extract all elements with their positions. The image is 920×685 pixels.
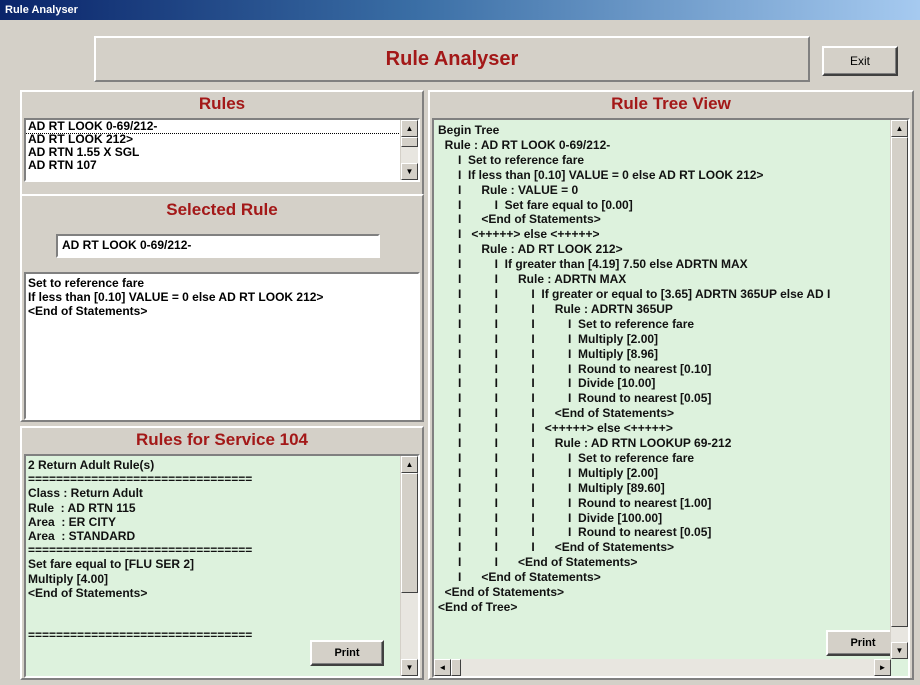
- tree-line: I I I Rule : AD RTN LOOKUP 69-212: [438, 436, 732, 451]
- service-line: [28, 614, 416, 628]
- scroll-thumb[interactable]: [451, 659, 461, 676]
- service-divider: ================================: [28, 472, 253, 487]
- scroll-up-icon[interactable]: ▲: [401, 120, 418, 137]
- service-line: 2 Return Adult Rule(s): [28, 458, 155, 472]
- tree-line: I I I I Multiply [8.96]: [438, 346, 659, 361]
- selected-rule-statements: Set to reference fare If less than [0.10…: [24, 272, 420, 420]
- tree-line: I <End of Statements>: [438, 570, 601, 585]
- tree-line: I I I I Round to nearest [1.00]: [438, 495, 712, 510]
- tree-line: <End of Statements>: [438, 585, 565, 600]
- scroll-up-icon[interactable]: ▲: [891, 120, 908, 137]
- tree-line: I I I I Round to nearest [0.05]: [438, 391, 712, 406]
- tree-line: I I I I Multiply [2.00]: [438, 331, 659, 346]
- rules-panel: Rules AD RT LOOK 0-69/212- AD RT LOOK 21…: [20, 90, 424, 208]
- service-line: Class : Return Adult: [28, 486, 143, 501]
- tree-line: I I I I Round to nearest [0.10]: [438, 361, 712, 376]
- tree-line: I I <End of Statements>: [438, 555, 638, 570]
- window-title-bar: Rule Analyser: [0, 0, 920, 20]
- tree-horizontal-scrollbar[interactable]: ◄ ►: [434, 659, 891, 676]
- tree-line: Rule : AD RT LOOK 0-69/212-: [438, 137, 611, 152]
- scroll-thumb[interactable]: [401, 473, 418, 593]
- service-rules-panel: Rules for Service 104 2 Return Adult Rul…: [20, 426, 424, 680]
- tree-line: I I I I Divide [100.00]: [438, 510, 663, 525]
- tree-line: I I I I Multiply [2.00]: [438, 465, 659, 480]
- scroll-left-icon[interactable]: ◄: [434, 659, 451, 676]
- statement-line: If less than [0.10] VALUE = 0 else AD RT…: [28, 290, 324, 304]
- rules-list-item[interactable]: AD RTN 107: [26, 159, 418, 172]
- tree-line: I I I If greater or equal to [3.65] ADRT…: [438, 286, 831, 301]
- selected-rule-field[interactable]: AD RT LOOK 0-69/212-: [56, 234, 380, 258]
- tree-line: I Set to reference fare: [438, 152, 585, 167]
- tree-line: I I I <+++++> else <+++++>: [438, 421, 673, 436]
- tree-print-button[interactable]: Print: [826, 630, 900, 656]
- scroll-thumb[interactable]: [891, 137, 908, 627]
- tree-line: I Rule : AD RT LOOK 212>: [438, 242, 623, 257]
- service-line: Set fare equal to [FLU SER 2]: [28, 557, 195, 572]
- tree-line: I I I <End of Statements>: [438, 406, 675, 421]
- tree-line: I <End of Statements>: [438, 212, 601, 227]
- window-title: Rule Analyser: [5, 4, 78, 16]
- service-line: Area : STANDARD: [28, 529, 136, 544]
- service-scrollbar[interactable]: ▲ ▼: [400, 456, 418, 676]
- tree-line: I I I I Round to nearest [0.05]: [438, 525, 712, 540]
- tree-line: Begin Tree: [438, 123, 500, 137]
- service-line: <End of Statements>: [28, 585, 148, 600]
- app-banner: Rule Analyser: [94, 36, 810, 82]
- tree-line: I I I I Set to reference fare: [438, 316, 695, 331]
- service-line: Rule : AD RTN 115: [28, 500, 136, 515]
- exit-button[interactable]: Exit: [822, 46, 898, 76]
- selected-rule-panel: Selected Rule AD RT LOOK 0-69/212- Set t…: [20, 194, 424, 422]
- tree-line: I I Rule : ADRTN MAX: [438, 272, 627, 287]
- tree-line: I I I I Set to reference fare: [438, 450, 695, 465]
- tree-line: <End of Tree>: [438, 600, 518, 614]
- rules-title: Rules: [198, 94, 246, 113]
- scroll-thumb[interactable]: [401, 137, 418, 147]
- tree-line: I I I I Divide [10.00]: [438, 376, 656, 391]
- tree-vertical-scrollbar[interactable]: ▲ ▼: [890, 120, 908, 659]
- tree-line: I I Set fare equal to [0.00]: [438, 197, 633, 212]
- statement-line: <End of Statements>: [28, 304, 148, 318]
- rules-list[interactable]: AD RT LOOK 0-69/212- AD RT LOOK 212> AD …: [24, 118, 420, 182]
- scroll-down-icon[interactable]: ▼: [401, 163, 418, 180]
- service-line: Multiply [4.00]: [28, 571, 109, 586]
- selected-rule-title: Selected Rule: [166, 200, 278, 219]
- tree-line: I If less than [0.10] VALUE = 0 else AD …: [438, 167, 764, 182]
- service-print-button[interactable]: Print: [310, 640, 384, 666]
- scroll-right-icon[interactable]: ►: [874, 659, 891, 676]
- tree-line: I I If greater than [4.19] 7.50 else ADR…: [438, 257, 748, 272]
- tree-line: I <+++++> else <+++++>: [438, 227, 600, 242]
- tree-line: I Rule : VALUE = 0: [438, 182, 579, 197]
- service-line: Area : ER CITY: [28, 514, 117, 529]
- statement-line: Set to reference fare: [28, 276, 145, 290]
- rule-tree-panel: Rule Tree View Begin Tree Rule : AD RT L…: [428, 90, 914, 680]
- main-window: Rule Analyser Exit Rules AD RT LOOK 0-69…: [4, 22, 916, 682]
- service-rules-title: Rules for Service 104: [136, 430, 308, 449]
- tree-line: I I I Rule : ADRTN 365UP: [438, 301, 673, 316]
- tree-line: I I I I Multiply [89.60]: [438, 480, 665, 495]
- scroll-up-icon[interactable]: ▲: [401, 456, 418, 473]
- service-rules-text: 2 Return Adult Rule(s) =================…: [24, 454, 420, 678]
- rule-tree-title: Rule Tree View: [611, 94, 731, 113]
- service-line: [28, 600, 416, 614]
- banner-title: Rule Analyser: [385, 48, 519, 70]
- rules-scrollbar[interactable]: ▲ ▼: [400, 120, 418, 180]
- tree-line: I I I <End of Statements>: [438, 540, 675, 555]
- service-divider: ================================: [28, 543, 253, 558]
- scroll-down-icon[interactable]: ▼: [891, 642, 908, 659]
- scroll-down-icon[interactable]: ▼: [401, 659, 418, 676]
- rule-tree-view: Begin Tree Rule : AD RT LOOK 0-69/212- I…: [432, 118, 910, 678]
